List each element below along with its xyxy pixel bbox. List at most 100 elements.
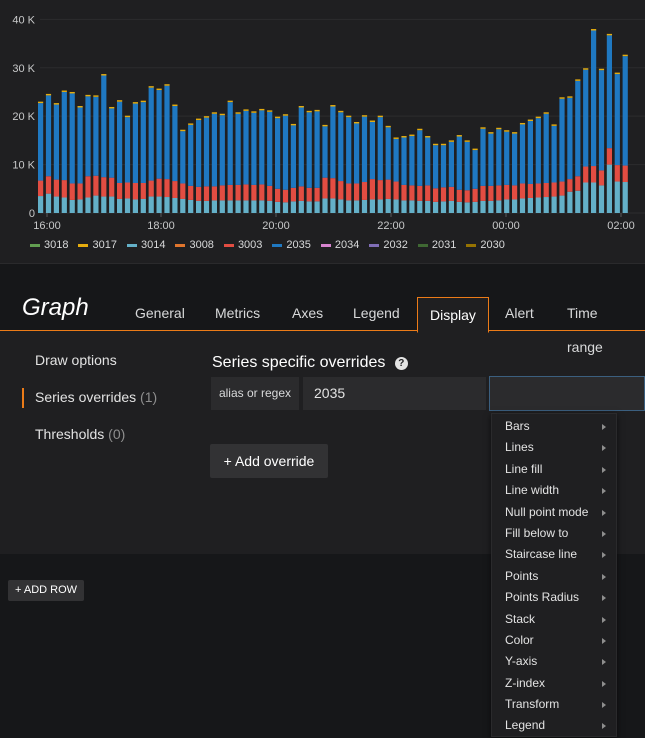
bar-segment	[519, 183, 526, 199]
bar-segment	[314, 187, 320, 202]
bar-segment	[164, 84, 170, 86]
bar-segment	[512, 199, 518, 213]
legend-item[interactable]: 3003	[223, 236, 263, 254]
legend-item[interactable]: 3014	[126, 236, 165, 254]
bar-segment	[385, 127, 391, 180]
side-item-series-overrides[interactable]: Series overrides (1)	[22, 388, 192, 408]
bar-segment	[306, 201, 312, 213]
bar-segment	[259, 110, 265, 185]
bar-segment	[535, 118, 541, 184]
side-item-thresholds[interactable]: Thresholds (0)	[22, 426, 192, 443]
tab-alert[interactable]: Alert	[493, 296, 546, 330]
legend-item[interactable]: 3017	[78, 236, 117, 254]
bar-segment	[425, 137, 431, 186]
bar-segment	[172, 197, 178, 213]
bar-segment	[85, 197, 91, 213]
menu-item-line-fill[interactable]: Line fill	[492, 459, 616, 480]
menu-item-staircase-line[interactable]: Staircase line	[492, 544, 616, 565]
display-side-nav: Draw options Series overrides (1) Thresh…	[22, 352, 192, 463]
bar-segment	[93, 95, 99, 97]
bar-segment	[235, 184, 241, 201]
overrides-title-text: Series specific overrides	[212, 354, 386, 371]
bar-segment	[235, 112, 241, 114]
bar-segment	[322, 124, 328, 127]
override-property-input[interactable]	[489, 376, 645, 411]
side-item-draw-options[interactable]: Draw options	[22, 352, 192, 369]
tab-display[interactable]: Display	[417, 297, 489, 333]
bar-segment	[472, 201, 478, 213]
menu-item-stack[interactable]: Stack	[492, 609, 616, 630]
menu-item-transform[interactable]: Transform	[492, 694, 616, 715]
bar-segment	[614, 74, 620, 166]
bar-segment	[298, 186, 304, 201]
legend-item[interactable]: 3008	[175, 236, 214, 254]
bar-segment	[227, 100, 233, 103]
bar-segment	[377, 199, 383, 213]
tab-general[interactable]: General	[123, 296, 197, 330]
bar-segment	[583, 69, 589, 167]
menu-item-points-radius[interactable]: Points Radius	[492, 587, 616, 608]
menu-item-z-index[interactable]: Z-index	[492, 673, 616, 694]
menu-item-fill-below-to[interactable]: Fill below to	[492, 523, 616, 544]
bar-segment	[164, 85, 170, 180]
legend-item[interactable]: 2032	[369, 236, 408, 254]
tab-metrics[interactable]: Metrics	[203, 296, 272, 330]
tab-axes[interactable]: Axes	[280, 296, 335, 330]
bar-segment	[117, 182, 123, 199]
bar-segment	[124, 182, 131, 199]
bar-segment	[614, 165, 620, 182]
chevron-right-icon	[602, 595, 606, 602]
bar-segment	[417, 200, 423, 213]
bar-segment	[124, 198, 131, 213]
bar-segment	[259, 184, 265, 201]
legend-item[interactable]: 2030	[466, 236, 505, 254]
bar-segment	[425, 200, 431, 213]
bar-segment	[330, 105, 336, 107]
bar-segment	[322, 177, 328, 199]
add-row-button[interactable]: + ADD ROW	[8, 580, 85, 601]
menu-item-bars[interactable]: Bars	[492, 416, 616, 437]
help-icon[interactable]: ?	[394, 357, 408, 370]
menu-item-points[interactable]: Points	[492, 566, 616, 587]
legend-item[interactable]: 3018	[30, 236, 68, 254]
menu-item-y-axis[interactable]: Y-axis	[492, 651, 616, 672]
legend-item[interactable]: 2034	[320, 236, 359, 254]
alias-input[interactable]: 2035	[303, 377, 486, 410]
tab-legend[interactable]: Legend	[341, 296, 412, 330]
bar-segment	[614, 72, 620, 75]
bar-segment	[314, 111, 320, 188]
bar-segment	[156, 178, 162, 197]
bar-segment	[448, 186, 454, 201]
panel-title: Graph	[22, 294, 89, 321]
tab-time-range[interactable]: Time range	[555, 296, 645, 355]
bar-segment	[622, 56, 628, 166]
legend-item[interactable]: 2035	[272, 236, 311, 254]
menu-item-color[interactable]: Color	[492, 630, 616, 651]
bar-segment	[409, 185, 415, 201]
bar-segment	[124, 117, 131, 183]
bar-segment	[480, 127, 486, 129]
legend-label: 3003	[237, 239, 263, 251]
bar-segment	[69, 93, 75, 184]
menu-item-null-point-mode[interactable]: Null point mode	[492, 502, 616, 523]
legend-item[interactable]: 2031	[417, 236, 456, 254]
bar-segment	[583, 182, 589, 213]
menu-item-legend[interactable]: Legend	[492, 715, 616, 736]
bar-segment	[575, 80, 581, 177]
bar-segment	[535, 183, 541, 198]
bar-segment	[164, 197, 170, 213]
bar-segment	[417, 130, 423, 186]
bar-segment	[180, 198, 186, 213]
bar-segment	[519, 124, 526, 184]
bar-segment	[559, 195, 565, 213]
bar-segment	[401, 184, 407, 201]
menu-item-line-width[interactable]: Line width	[492, 480, 616, 501]
bar-segment	[369, 121, 375, 180]
menu-item-lines[interactable]: Lines	[492, 437, 616, 458]
bar-segment	[472, 188, 478, 202]
bar-segment	[551, 196, 557, 213]
bar-segment	[77, 199, 83, 213]
bar-segment	[203, 116, 210, 118]
overrides-heading: Series specific overrides ?	[212, 354, 408, 372]
add-override-button[interactable]: + Add override	[210, 444, 328, 478]
